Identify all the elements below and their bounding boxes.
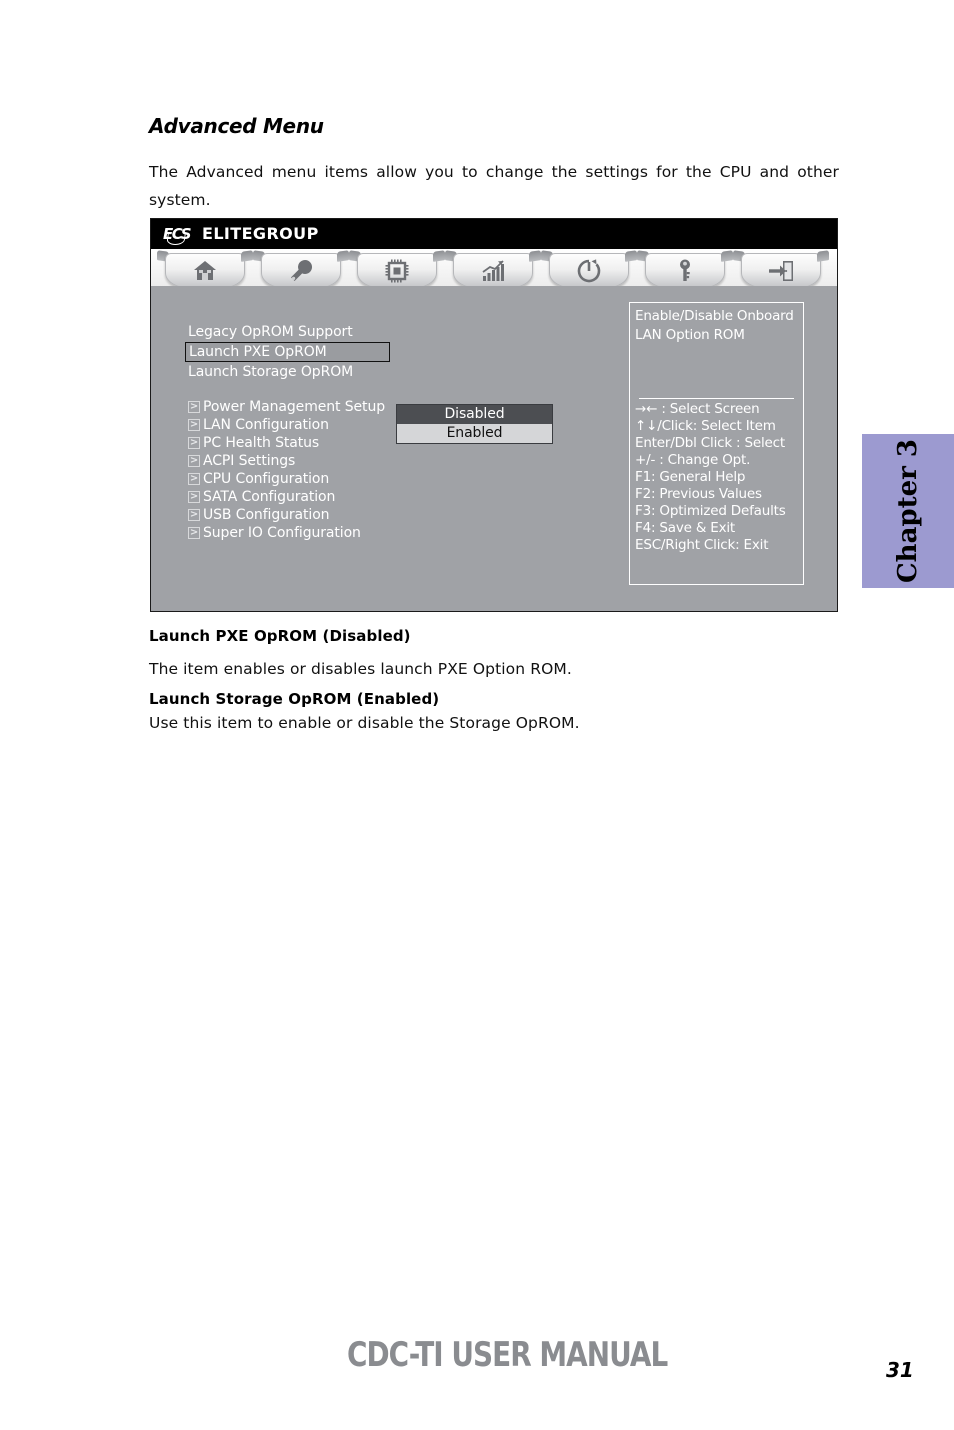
help-key-change-opt: +/- : Change Opt.	[635, 452, 751, 468]
section-text-pxe: The item enables or disables launch PXE …	[149, 660, 572, 678]
footer-manual-title: CDC-TI USER MANUAL	[347, 1335, 668, 1375]
chevron-right-icon: >	[188, 401, 200, 413]
help-key-select-screen: →← : Select Screen	[635, 401, 760, 417]
bios-body: Legacy OpROM Support Launch PXE OpROM La…	[151, 286, 837, 611]
help-key-select-item: ↑↓/Click: Select Item	[635, 418, 776, 434]
help-key-general-help: F1: General Help	[635, 469, 746, 485]
intro-paragraph: The Advanced menu items allow you to cha…	[149, 163, 839, 209]
submenu-label: PC Health Status	[203, 435, 320, 451]
submenu-label: USB Configuration	[203, 507, 330, 523]
power-icon	[576, 258, 602, 284]
submenu-label: CPU Configuration	[203, 471, 330, 487]
submenu-label: Super IO Configuration	[203, 525, 361, 541]
help-key-select: Enter/Dbl Click : Select	[635, 435, 785, 451]
ecs-brand-logo: ECS ELITEGROUP	[163, 224, 319, 245]
chevron-right-icon: >	[188, 455, 200, 467]
chart-trend-icon	[480, 259, 506, 283]
dropdown-option-disabled[interactable]: Disabled	[397, 405, 552, 424]
chapter-tab-label: Chapter 3	[893, 438, 924, 584]
ecs-swoosh-icon	[166, 233, 186, 245]
help-key-previous-values: F2: Previous Values	[635, 486, 762, 502]
chevron-right-icon: >	[188, 509, 200, 521]
exit-door-icon	[767, 259, 795, 283]
help-key-save-exit: F4: Save & Exit	[635, 520, 736, 536]
setting-launch-pxe-oprom[interactable]: Launch PXE OpROM	[185, 342, 390, 362]
help-panel: Enable/Disable Onboard LAN Option ROM →←…	[629, 302, 804, 585]
submenu-acpi-settings[interactable]: > ACPI Settings	[185, 452, 605, 470]
submenu-label: ACPI Settings	[203, 453, 296, 469]
section-heading-pxe: Launch PXE OpROM (Disabled)	[149, 627, 411, 645]
chevron-right-icon: >	[188, 473, 200, 485]
section-text-storage: Use this item to enable or disable the S…	[149, 714, 580, 732]
chevron-right-icon: >	[188, 437, 200, 449]
elitegroup-wordmark: ELITEGROUP	[202, 224, 319, 243]
chapter-tab: Chapter 3	[862, 434, 954, 588]
help-key-optimized-defaults: F3: Optimized Defaults	[635, 503, 786, 519]
submenu-label: Power Management Setup	[203, 399, 386, 415]
submenu-super-io-configuration[interactable]: > Super IO Configuration	[185, 524, 605, 542]
help-divider	[639, 398, 794, 399]
section-heading-storage: Launch Storage OpROM (Enabled)	[149, 690, 440, 708]
submenu-label: LAN Configuration	[203, 417, 329, 433]
key-icon	[676, 258, 694, 284]
bios-screenshot: ECS ELITEGROUP Legacy OpROM Support Laun…	[150, 218, 838, 612]
home-icon	[192, 259, 218, 283]
setting-launch-storage-oprom[interactable]: Launch Storage OpROM	[185, 362, 605, 382]
chevron-right-icon: >	[188, 419, 200, 431]
footer-page-number: 31	[886, 1358, 914, 1382]
page-title: Advanced Menu	[149, 114, 324, 138]
submenu-sata-configuration[interactable]: > SATA Configuration	[185, 488, 605, 506]
submenu-label: SATA Configuration	[203, 489, 336, 505]
help-description-line-2: LAN Option ROM	[635, 327, 745, 343]
help-key-exit: ESC/Right Click: Exit	[635, 537, 769, 553]
chevron-right-icon: >	[188, 527, 200, 539]
setting-legacy-oprom-support[interactable]: Legacy OpROM Support	[185, 322, 605, 342]
submenu-cpu-configuration[interactable]: > CPU Configuration	[185, 470, 605, 488]
chevron-right-icon: >	[188, 491, 200, 503]
wrench-icon	[288, 258, 314, 284]
submenu-usb-configuration[interactable]: > USB Configuration	[185, 506, 605, 524]
help-description-line-1: Enable/Disable Onboard	[635, 308, 794, 324]
ecs-mark-icon: ECS	[163, 225, 195, 245]
chip-icon	[384, 258, 410, 284]
oprom-dropdown[interactable]: Disabled Enabled	[396, 404, 553, 444]
bios-titlebar: ECS ELITEGROUP	[151, 219, 837, 249]
dropdown-option-enabled[interactable]: Enabled	[397, 424, 552, 443]
